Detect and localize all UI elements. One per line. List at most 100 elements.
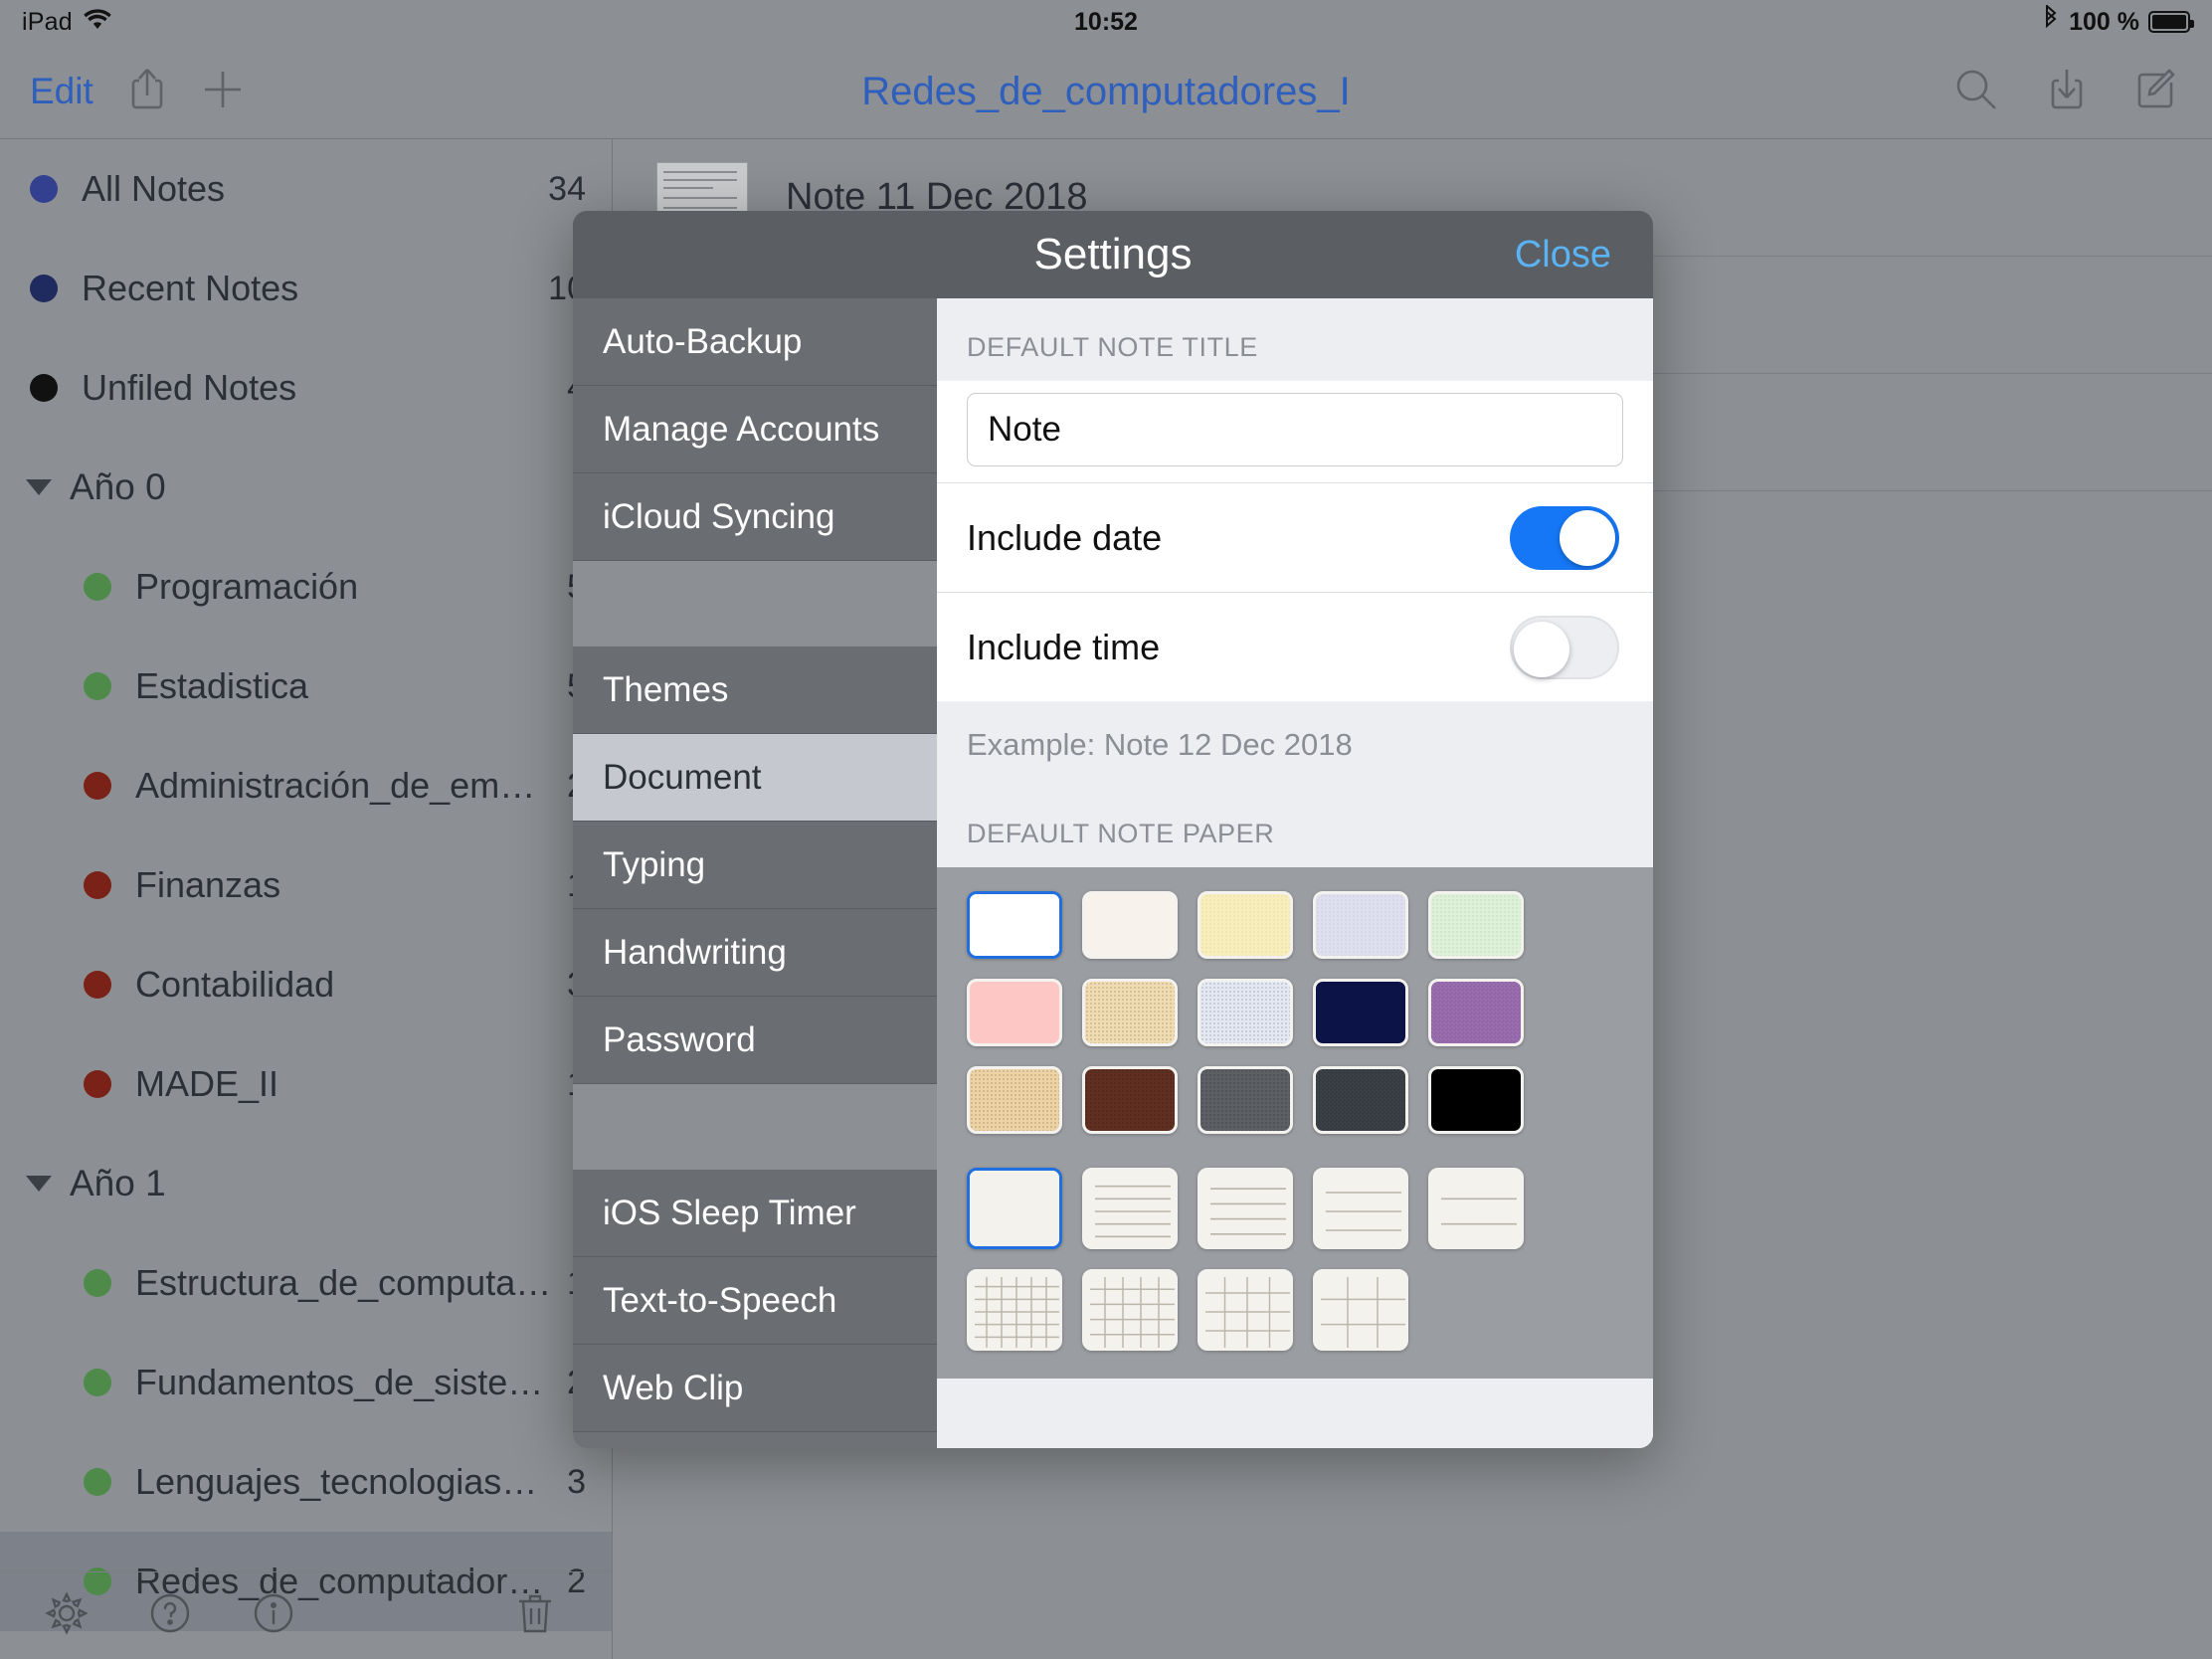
paper-ruling-extra-wide-grid[interactable] xyxy=(1313,1269,1408,1351)
include-time-row[interactable]: Include time xyxy=(937,592,1653,701)
paper-ruling-row xyxy=(967,1168,1623,1249)
sidebar-group-10[interactable]: Año 1 xyxy=(0,1134,612,1233)
settings-menu-item-document[interactable]: Document xyxy=(573,734,937,822)
sidebar-item-label: Año 0 xyxy=(70,466,586,508)
close-button[interactable]: Close xyxy=(1515,234,1611,276)
paper-swatch-navy[interactable] xyxy=(1313,979,1408,1046)
paper-swatch-brown[interactable] xyxy=(1082,1066,1178,1134)
settings-menu-item-themes[interactable]: Themes xyxy=(573,646,937,734)
chevron-down-icon[interactable] xyxy=(26,1176,52,1192)
gear-icon[interactable] xyxy=(44,1590,90,1641)
settings-menu-item-ios-sleep-timer[interactable]: iOS Sleep Timer xyxy=(573,1170,937,1257)
sidebar-item-4[interactable]: Programación5 xyxy=(0,537,612,637)
include-date-row[interactable]: Include date xyxy=(937,482,1653,592)
settings-menu-item-label: iOS Sleep Timer xyxy=(603,1194,856,1233)
include-date-toggle[interactable] xyxy=(1510,506,1619,570)
settings-menu-item-label: Password xyxy=(603,1020,756,1060)
paper-swatch-charcoal[interactable] xyxy=(1313,1066,1408,1134)
sidebar-item-7[interactable]: Finanzas1 xyxy=(0,835,612,935)
sidebar-item-label: Lenguajes_tecnologias_y_… xyxy=(135,1461,553,1503)
question-circle-icon[interactable] xyxy=(147,1590,193,1641)
paper-ruling-fine-grid[interactable] xyxy=(967,1269,1062,1351)
settings-menu-item-auto-backup[interactable]: Auto-Backup xyxy=(573,298,937,386)
sidebar-item-5[interactable]: Estadistica5 xyxy=(0,637,612,736)
search-icon[interactable] xyxy=(1953,67,1999,117)
sidebar-toolbar xyxy=(0,1571,612,1659)
paper-ruling-grid[interactable] xyxy=(1082,1269,1178,1351)
settings-dialog-footer xyxy=(937,1379,1653,1448)
paper-ruling-blank[interactable] xyxy=(967,1168,1062,1249)
compose-icon[interactable] xyxy=(2134,67,2178,117)
paper-swatch-pink[interactable] xyxy=(967,979,1062,1046)
sidebar-item-0[interactable]: All Notes34 xyxy=(0,139,612,239)
paper-swatch-fill xyxy=(1200,894,1290,956)
bluetooth-icon xyxy=(2042,5,2060,40)
chevron-down-icon[interactable] xyxy=(26,479,52,495)
top-navigation-bar: Edit Redes_de_computadores_I xyxy=(0,44,2212,139)
include-time-label: Include time xyxy=(967,627,1510,668)
sidebar-item-label: Estadistica xyxy=(135,665,553,707)
paper-swatch-mint[interactable] xyxy=(1428,891,1524,959)
settings-menu-item-handwriting[interactable]: Handwriting xyxy=(573,909,937,997)
settings-menu-item-manage-accounts[interactable]: Manage Accounts xyxy=(573,386,937,473)
paper-swatch-frost[interactable] xyxy=(1198,979,1293,1046)
ruling-grid xyxy=(1316,1272,1405,1348)
paper-swatch-purple[interactable] xyxy=(1428,979,1524,1046)
paper-picker[interactable] xyxy=(937,867,1653,1379)
paper-swatch-kraft[interactable] xyxy=(967,1066,1062,1134)
page-title: Redes_de_computadores_I xyxy=(0,44,2212,139)
ruling-lines xyxy=(1316,1171,1405,1246)
paper-swatch-fill xyxy=(1431,982,1521,1043)
paper-ruling-lined[interactable] xyxy=(1198,1168,1293,1249)
sidebar-item-13[interactable]: Lenguajes_tecnologias_y_…3 xyxy=(0,1432,612,1532)
settings-menu-item-typing[interactable]: Typing xyxy=(573,822,937,909)
paper-swatch-lavender[interactable] xyxy=(1313,891,1408,959)
sidebar-item-1[interactable]: Recent Notes10 xyxy=(0,239,612,338)
paper-ruling-wide-grid[interactable] xyxy=(1198,1269,1293,1351)
sidebar-item-label: Administración_de_empresa xyxy=(135,765,553,807)
settings-menu-item-label: Web Clip xyxy=(603,1369,743,1408)
default-note-title-section-header: DEFAULT NOTE TITLE xyxy=(937,298,1653,381)
ruling-lines xyxy=(1085,1171,1175,1246)
folder-color-dot xyxy=(30,275,58,302)
default-note-paper-section-header: DEFAULT NOTE PAPER xyxy=(937,785,1653,867)
paper-swatch-fill xyxy=(1085,894,1175,956)
settings-menu-item-web-clip[interactable]: Web Clip xyxy=(573,1345,937,1432)
settings-menu-item-text-to-speech[interactable]: Text-to-Speech xyxy=(573,1257,937,1345)
sidebar-item-9[interactable]: MADE_II1 xyxy=(0,1034,612,1134)
sidebar-group-3[interactable]: Año 0 xyxy=(0,438,612,537)
paper-swatch-fill xyxy=(970,982,1059,1043)
sidebar-list[interactable]: All Notes34Recent Notes10Unfiled Notes4 A… xyxy=(0,139,612,1571)
paper-ruling-extra-wide-lined[interactable] xyxy=(1428,1168,1524,1249)
paper-swatch-black[interactable] xyxy=(1428,1066,1524,1134)
paper-ruling-wide-lined[interactable] xyxy=(1313,1168,1408,1249)
trash-icon[interactable] xyxy=(514,1590,556,1641)
sidebar-item-12[interactable]: Fundamentos_de_sistem…2 xyxy=(0,1333,612,1432)
include-time-toggle[interactable] xyxy=(1510,616,1619,679)
default-note-title-input[interactable] xyxy=(967,393,1623,466)
folder-color-dot xyxy=(84,573,111,601)
info-circle-icon[interactable] xyxy=(251,1590,296,1641)
paper-swatch-slate[interactable] xyxy=(1198,1066,1293,1134)
paper-ruling-narrow-lined[interactable] xyxy=(1082,1168,1178,1249)
settings-menu-item-label: Typing xyxy=(603,845,705,885)
settings-menu-item-password[interactable]: Password xyxy=(573,997,937,1084)
paper-swatch-sand[interactable] xyxy=(1082,979,1178,1046)
paper-swatch-yellow[interactable] xyxy=(1198,891,1293,959)
settings-menu-item-label: Document xyxy=(603,758,762,798)
sidebar-item-8[interactable]: Contabilidad3 xyxy=(0,935,612,1034)
sidebar-item-11[interactable]: Estructura_de_computad…1 xyxy=(0,1233,612,1333)
settings-content-pane: DEFAULT NOTE TITLE Include date Include … xyxy=(937,298,1653,1448)
download-icon[interactable] xyxy=(2047,66,2087,118)
settings-menu-item-icloud-syncing[interactable]: iCloud Syncing xyxy=(573,473,937,561)
paper-swatch-ivory[interactable] xyxy=(1082,891,1178,959)
sidebar-item-2[interactable]: Unfiled Notes4 xyxy=(0,338,612,438)
paper-swatch-white[interactable] xyxy=(967,891,1062,959)
paper-ruling-fill xyxy=(970,1171,1059,1246)
settings-menu-item-label: Themes xyxy=(603,670,728,710)
settings-dialog-title: Settings xyxy=(1034,230,1193,279)
paper-swatch-fill xyxy=(1085,982,1175,1043)
settings-menu-list[interactable]: Auto-BackupManage AccountsiCloud Syncing… xyxy=(573,298,937,1448)
sidebar-item-6[interactable]: Administración_de_empresa2 xyxy=(0,736,612,835)
paper-swatch-fill xyxy=(1200,982,1290,1043)
